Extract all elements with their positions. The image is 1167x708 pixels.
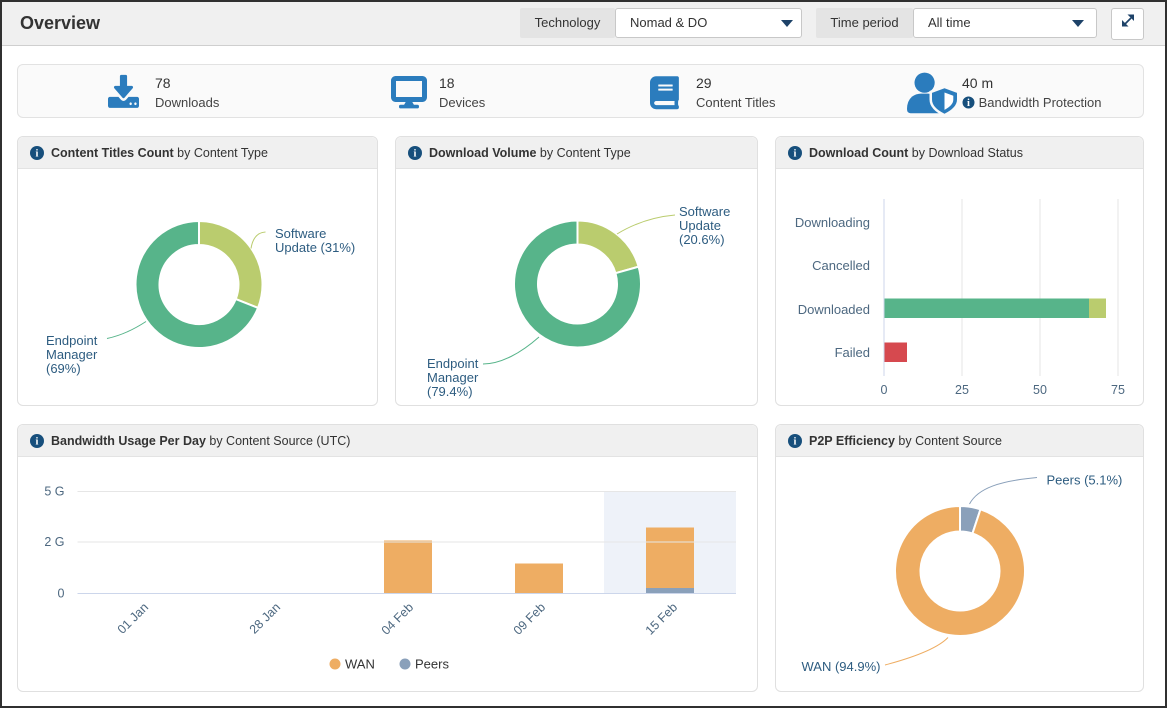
svg-text:Software: Software [679, 204, 730, 219]
svg-text:2 G: 2 G [44, 535, 64, 549]
svg-text:Manager: Manager [46, 347, 98, 362]
svg-text:25: 25 [955, 383, 969, 397]
svg-text:(79.4%): (79.4%) [427, 384, 473, 399]
svg-text:(69%): (69%) [46, 361, 81, 376]
svg-text:09 Feb: 09 Feb [511, 600, 548, 637]
svg-text:04 Feb: 04 Feb [379, 600, 416, 637]
svg-text:WAN (94.9%): WAN (94.9%) [802, 659, 881, 674]
svg-text:50: 50 [1033, 383, 1047, 397]
svg-text:Failed: Failed [835, 345, 870, 360]
svg-text:5 G: 5 G [44, 485, 64, 499]
svg-text:15 Feb: 15 Feb [643, 600, 680, 637]
svg-text:Peers: Peers [415, 657, 449, 672]
svg-text:28 Jan: 28 Jan [247, 600, 283, 636]
svg-text:Endpoint: Endpoint [427, 356, 479, 371]
svg-text:Endpoint: Endpoint [46, 333, 98, 348]
svg-text:Peers (5.1%): Peers (5.1%) [1047, 473, 1123, 488]
svg-text:Downloaded: Downloaded [798, 302, 870, 317]
svg-text:WAN: WAN [345, 657, 375, 672]
svg-text:Manager: Manager [427, 370, 479, 385]
svg-text:Software: Software [275, 226, 326, 241]
svg-text:0: 0 [58, 587, 65, 601]
svg-text:Downloading: Downloading [795, 215, 870, 230]
svg-text:0: 0 [881, 383, 888, 397]
svg-text:Update: Update [679, 218, 721, 233]
svg-text:Cancelled: Cancelled [812, 258, 870, 273]
svg-text:i: i [967, 98, 970, 109]
svg-text:Update (31%): Update (31%) [275, 240, 355, 255]
svg-text:75: 75 [1111, 383, 1125, 397]
svg-text:(20.6%): (20.6%) [679, 232, 725, 247]
svg-text:01 Jan: 01 Jan [115, 600, 151, 636]
